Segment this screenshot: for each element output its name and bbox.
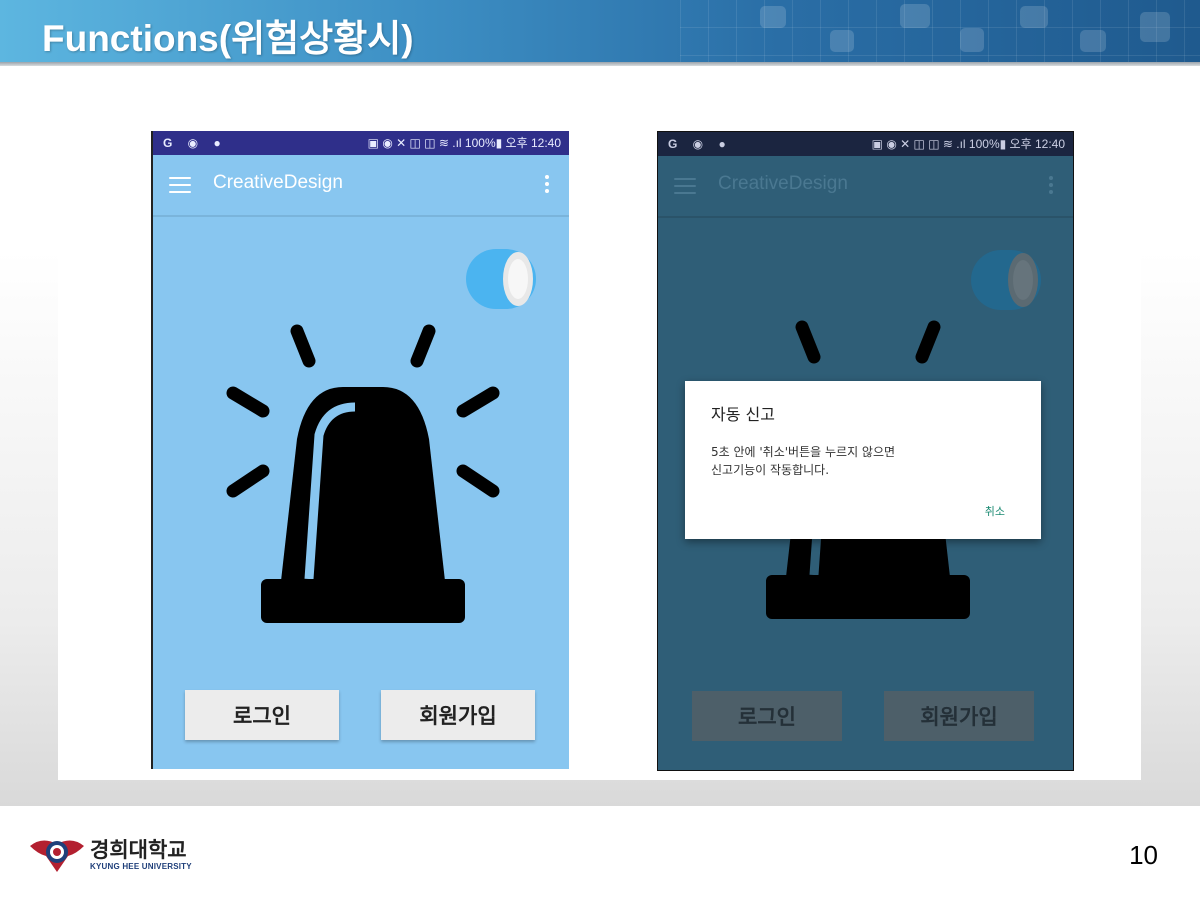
login-button[interactable]: 로그인 — [185, 690, 339, 740]
alert-toggle-switch[interactable] — [466, 249, 536, 309]
app-bar: CreativeDesign — [658, 156, 1073, 218]
header-tile — [960, 28, 984, 52]
header-tile — [760, 6, 786, 28]
header-tile — [1080, 30, 1106, 52]
slide-title: Functions(위험상황시) — [42, 18, 414, 59]
login-button: 로그인 — [692, 691, 842, 741]
signup-button: 회원가입 — [884, 691, 1034, 741]
header-tile — [1020, 6, 1048, 28]
university-name: 경희대학교 — [90, 838, 187, 862]
app-title: CreativeDesign — [213, 172, 343, 193]
hamburger-menu-icon — [674, 178, 696, 194]
app-title: CreativeDesign — [718, 173, 848, 194]
siren-icon — [226, 324, 500, 623]
page-number: 10 — [1129, 840, 1158, 870]
alert-toggle-switch — [971, 250, 1041, 310]
notification-icons: G ◉ ● — [163, 136, 227, 150]
status-bar: G ◉ ● ▣ ◉ ✕ ◫ ◫ ≋ .ıl 100%▮ 오후 12:40 — [658, 132, 1073, 156]
status-indicators: ▣ ◉ ✕ ◫ ◫ ≋ .ıl 100%▮ 오후 12:40 — [871, 137, 1065, 151]
status-bar: G ◉ ● ▣ ◉ ✕ ◫ ◫ ≋ .ıl 100%▮ 오후 12:40 — [153, 131, 569, 155]
header-tile — [900, 4, 930, 28]
dialog-message: 5초 안에 '취소'버튼을 누르지 않으면 신고기능이 작동합니다. — [711, 445, 896, 477]
slide-header: Functions(위험상황시) — [0, 0, 1200, 62]
app-bar: CreativeDesign — [153, 155, 569, 217]
auto-report-dialog: 자동 신고 5초 안에 '취소'버튼을 누르지 않으면 신고기능이 작동합니다.… — [685, 381, 1041, 539]
university-logo: 경희대학교 KYUNG HEE UNIVERSITY — [28, 832, 208, 876]
dialog-title: 자동 신고 — [711, 405, 775, 424]
phone-screen-normal: G ◉ ● ▣ ◉ ✕ ◫ ◫ ≋ .ıl 100%▮ 오후 12:40 Cre… — [151, 131, 569, 769]
header-tile — [830, 30, 854, 52]
status-indicators: ▣ ◉ ✕ ◫ ◫ ≋ .ıl 100%▮ 오후 12:40 — [367, 136, 561, 150]
hamburger-menu-icon[interactable] — [169, 177, 191, 193]
signup-button[interactable]: 회원가입 — [381, 690, 535, 740]
overflow-menu-icon[interactable] — [545, 175, 549, 193]
overflow-menu-icon — [1049, 176, 1053, 194]
header-pattern — [680, 0, 1200, 62]
phone-screen-alert: G ◉ ● ▣ ◉ ✕ ◫ ◫ ≋ .ıl 100%▮ 오후 12:40 Cre… — [657, 131, 1074, 771]
header-tile — [1140, 12, 1170, 42]
notification-icons: G ◉ ● — [668, 137, 732, 151]
university-name-english: KYUNG HEE UNIVERSITY — [90, 862, 192, 871]
university-emblem-icon — [30, 840, 84, 872]
dialog-cancel-button[interactable]: 취소 — [985, 503, 1005, 519]
